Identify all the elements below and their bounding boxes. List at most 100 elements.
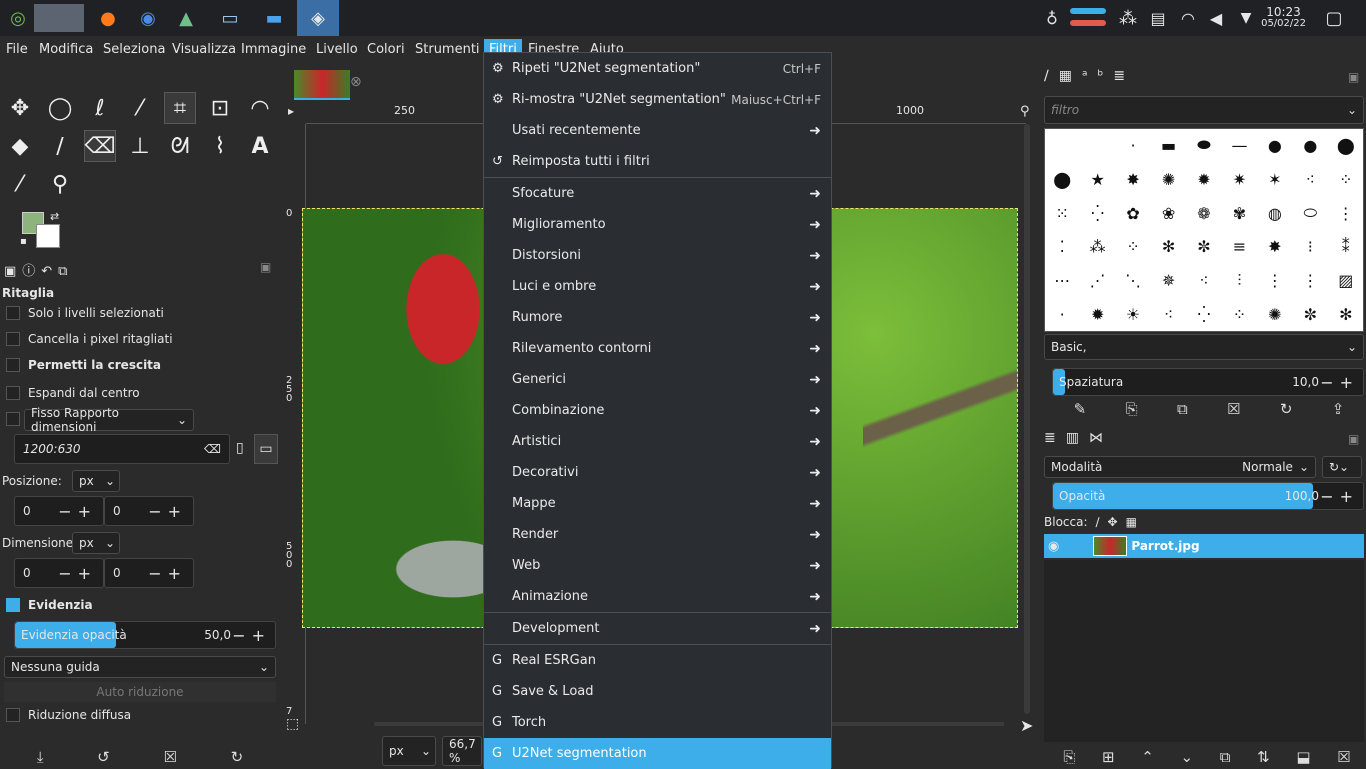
stepper-icon[interactable]: −+	[1320, 373, 1359, 392]
landscape-icon[interactable]: ▭	[254, 434, 278, 464]
brush-preset[interactable]: ●	[1293, 129, 1328, 162]
warp-tool-icon[interactable]: ◠	[244, 92, 276, 124]
brush-preset[interactable]: ⋮	[1293, 264, 1328, 298]
delete-brush-icon[interactable]: ☒	[1227, 400, 1240, 418]
brush-preset[interactable]: ✻	[1328, 298, 1363, 331]
brush-preset[interactable]: ⁙	[1045, 196, 1080, 230]
menu-item-edge-detect[interactable]: Rilevamento contorni ➜	[484, 333, 831, 364]
menu-item-recent[interactable]: Usati recentemente ➜	[484, 115, 831, 146]
brush-preset[interactable]	[1045, 129, 1080, 162]
delete-preset-icon[interactable]: ☒	[163, 748, 176, 766]
wifi-icon[interactable]: ◠	[1174, 4, 1202, 32]
brush-preset[interactable]: ✹	[1080, 298, 1115, 331]
menu-item-combine[interactable]: Combinazione ➜	[484, 395, 831, 426]
stepper-icon[interactable]: −+	[58, 564, 97, 583]
menu-item-torch[interactable]: G Torch	[484, 707, 831, 738]
brush-preset[interactable]: ✾	[1222, 196, 1257, 230]
brush-preset[interactable]: ⁖	[1293, 162, 1328, 196]
menu-file[interactable]: File	[6, 42, 28, 57]
brush-preset[interactable]: ⁖	[1186, 264, 1222, 298]
panel-config-icon[interactable]: ▣	[1348, 432, 1359, 446]
checkbox[interactable]	[6, 598, 20, 612]
brush-preset[interactable]: ⋮	[1257, 264, 1293, 298]
image-tab-thumbnail[interactable]	[294, 70, 350, 100]
menu-item-distorts[interactable]: Distorsioni ➜	[484, 240, 831, 271]
brush-preset[interactable]: ✺	[1257, 298, 1293, 331]
panel-config-icon[interactable]: ▣	[1348, 70, 1359, 84]
crop-tool-icon[interactable]: ⌗	[164, 92, 196, 124]
highlight-row[interactable]: Evidenzia	[6, 598, 93, 612]
zoom-tool-icon[interactable]: ⚲	[44, 168, 76, 200]
brush-preset[interactable]: ✸	[1257, 230, 1293, 264]
menu-item-reset[interactable]: ↺ Reimposta tutti i filtri	[484, 146, 831, 177]
clipboard-icon[interactable]: ▤	[1144, 4, 1172, 32]
chromium-icon[interactable]: ◉	[134, 4, 162, 32]
move-tool-icon[interactable]: ✥	[4, 92, 36, 124]
clear-icon[interactable]: ⌫	[204, 442, 221, 456]
position-unit-select[interactable]: px ⌄	[72, 470, 120, 492]
navigate-icon[interactable]: ➤	[1020, 716, 1033, 735]
edit-brush-icon[interactable]: ✎	[1074, 400, 1087, 418]
panel-config-icon[interactable]: ▣	[260, 260, 271, 274]
brush-preset[interactable]: ✷	[1222, 162, 1257, 196]
color-picker-icon[interactable]: ⁄	[4, 168, 36, 200]
brush-preset[interactable]: ⋯	[1045, 264, 1080, 298]
size-h-input[interactable]: 0 −+	[104, 558, 194, 588]
shrink-merged-row[interactable]: Riduzione diffusa	[6, 708, 131, 722]
lock-pixels-icon[interactable]: ∕	[1096, 515, 1100, 529]
size-unit-select[interactable]: px ⌄	[72, 532, 120, 554]
reset-icon[interactable]: ↻	[231, 748, 244, 766]
brush-preset[interactable]: ▨	[1328, 264, 1363, 298]
save-preset-icon[interactable]: ⤓	[37, 748, 44, 766]
brush-preset[interactable]: ⁘	[1328, 162, 1363, 196]
raise-layer-icon[interactable]: ⌃	[1141, 748, 1154, 766]
auto-shrink-button[interactable]: Auto riduzione	[4, 682, 276, 702]
checkbox[interactable]	[6, 332, 20, 346]
new-brush-icon[interactable]: ⎘	[1126, 400, 1138, 418]
fixed-ratio-select[interactable]: Fisso Rapporto dimensioni ⌄	[24, 406, 194, 434]
brush-preset[interactable]: ⁛	[1080, 196, 1115, 230]
eraser-icon[interactable]: ⌫	[84, 130, 116, 162]
menu-item-web[interactable]: Web ➜	[484, 550, 831, 581]
menu-livello[interactable]: Livello	[316, 42, 358, 57]
brush-preset[interactable]: ⬭	[1293, 196, 1328, 230]
lasso-icon[interactable]: ℓ	[84, 92, 116, 124]
checkbox[interactable]	[6, 412, 20, 426]
show-desktop-icon[interactable]: ▢	[1320, 4, 1348, 32]
brush-preset[interactable]	[1080, 129, 1115, 162]
brush-preset-select[interactable]: Basic, ⌄	[1044, 334, 1364, 360]
brush-preset[interactable]: ⁑	[1328, 230, 1363, 264]
menu-item-artistic[interactable]: Artistici ➜	[484, 426, 831, 457]
text-tool-icon[interactable]: A	[244, 130, 276, 162]
file-manager-icon[interactable]: ▬	[260, 4, 288, 32]
lower-layer-icon[interactable]: ⌄	[1180, 748, 1193, 766]
anchor-layer-icon[interactable]: ⇅	[1257, 748, 1270, 766]
lock-alpha-icon[interactable]: ▦	[1126, 515, 1137, 529]
menu-item-reshow[interactable]: ⚙ Ri-mostra "U2Net segmentation" Maiusc+Ct…	[484, 84, 831, 115]
virtual-desktops-icon[interactable]	[34, 4, 84, 32]
brush-preset[interactable]: ✵	[1151, 264, 1186, 298]
layer-opacity-slider[interactable]: Opacità 100,0 −+	[1052, 482, 1364, 510]
brush-preset[interactable]: ❀	[1151, 196, 1186, 230]
brush-preset[interactable]: —	[1222, 129, 1257, 162]
gimp-icon[interactable]: ◈	[297, 0, 339, 36]
image-viewer-icon[interactable]: ▲	[172, 4, 200, 32]
zoom-select[interactable]: 66,7 %	[442, 736, 482, 766]
paintbrush-icon[interactable]: ∕	[44, 130, 76, 162]
size-w-input[interactable]: 0 −+	[14, 558, 104, 588]
checkbox[interactable]	[6, 358, 20, 372]
brush-preset[interactable]: ⁂	[1080, 230, 1115, 264]
brush-preset[interactable]: ·	[1045, 298, 1080, 331]
menu-item-noise[interactable]: Rumore ➜	[484, 302, 831, 333]
menu-item-light-shadow[interactable]: Luci e ombre ➜	[484, 271, 831, 302]
magic-wand-icon[interactable]: ⁄	[124, 92, 156, 124]
brush-filter-input[interactable]: filtro ⌄	[1044, 96, 1364, 124]
brush-preset[interactable]: ⋰	[1080, 264, 1115, 298]
chevron-down-icon[interactable]: ▼	[1232, 4, 1260, 32]
menu-item-animation[interactable]: Animazione ➜	[484, 581, 831, 612]
swap-colors-icon[interactable]: ⇄	[50, 210, 59, 223]
brush-preset[interactable]: ⁛	[1186, 298, 1222, 331]
lock-position-icon[interactable]: ✥	[1108, 515, 1118, 529]
duplicate-layer-icon[interactable]: ⧉	[1220, 748, 1231, 766]
activity-icon[interactable]: ⁂	[1114, 4, 1142, 32]
